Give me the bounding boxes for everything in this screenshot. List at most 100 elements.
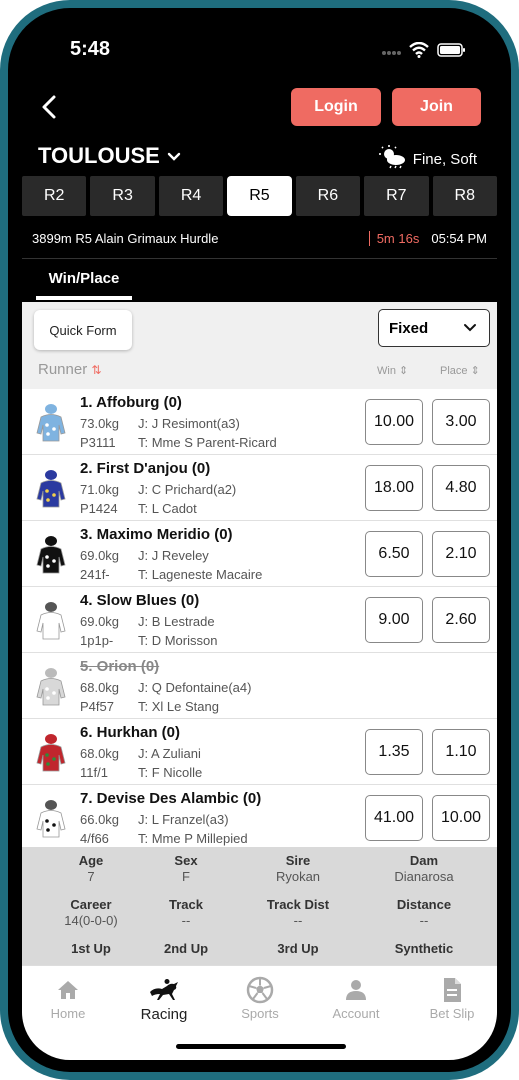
- race-info: 3899m R5 Alain Grimaux Hurdle 5m 16s 05:…: [32, 231, 487, 246]
- tab-race-r6[interactable]: R6: [295, 176, 361, 216]
- stat-value: --: [419, 913, 429, 928]
- jockey-silk-icon: [36, 535, 66, 575]
- table-row[interactable]: 2. First D'anjou (0) 71.0kg J: C Prichard(…: [22, 455, 497, 521]
- runner-weight: 66.0kg: [80, 812, 120, 827]
- runner-trainer: T: Mme S Parent-Ricard: [138, 435, 277, 450]
- stat-label: 1st Up: [71, 941, 111, 956]
- form-stats-panel: Age 7 Sex F Sire Ryokan Dam Dianarosa Ca…: [22, 847, 497, 965]
- tab-race-r7[interactable]: R7: [364, 176, 429, 216]
- stat-second-up: 2nd Up: [131, 941, 241, 956]
- nav-bet-slip[interactable]: Bet Slip: [412, 974, 492, 1021]
- stat-label: Age: [78, 853, 104, 868]
- weather-text: Fine, Soft: [412, 150, 477, 168]
- place-odds-button[interactable]: 4.80: [432, 465, 490, 511]
- runner-name: 4. Slow Blues (0): [80, 592, 200, 609]
- tab-race-r5[interactable]: R5: [227, 176, 292, 216]
- runner-weight: 68.0kg: [80, 680, 120, 695]
- runner-jockey: J: J Reveley: [138, 548, 209, 563]
- table-row[interactable]: 1. Affoburg (0) 73.0kg J: J Resimont(a3) P3…: [22, 389, 497, 455]
- runner-name: 3. Maximo Meridio (0): [80, 526, 233, 543]
- runner-form: P3111: [80, 435, 116, 450]
- runner-name: 6. Hurkhan (0): [80, 724, 181, 741]
- stat-sire: Sire Ryokan: [243, 853, 353, 884]
- win-odds-button[interactable]: 6.50: [365, 531, 423, 577]
- stat-label: Distance: [396, 897, 452, 912]
- nav-bet-slip-label: Bet Slip: [429, 1006, 475, 1021]
- place-odds-button[interactable]: 3.00: [432, 399, 490, 445]
- runner-sort-header[interactable]: Runner ⇅: [38, 361, 101, 378]
- win-odds-button[interactable]: 18.00: [365, 465, 423, 511]
- divider: [22, 258, 497, 259]
- sort-icon: ⇅: [91, 363, 102, 377]
- runner-form: 11f/1: [80, 765, 108, 780]
- nav-home[interactable]: Home: [28, 974, 108, 1021]
- tab-race-r8[interactable]: R8: [432, 176, 497, 216]
- runner-name: 7. Devise Des Alambic (0): [80, 790, 262, 807]
- runner-trainer: T: F Nicolle: [138, 765, 203, 780]
- runner-form: P1424: [80, 501, 118, 516]
- table-row[interactable]: 5. Orion (0) 68.0kg J: Q Defontaine(a4) P4f…: [22, 653, 497, 719]
- tab-race-r4[interactable]: R4: [158, 176, 224, 216]
- stat-label: 2nd Up: [163, 941, 209, 956]
- place-odds-button[interactable]: 2.10: [432, 531, 490, 577]
- stat-value: --: [181, 913, 191, 928]
- weather-info: Fine, Soft: [378, 145, 477, 173]
- chevron-down-icon: [463, 320, 477, 337]
- stat-distance: Distance --: [369, 897, 479, 928]
- sort-icon: ⇕: [470, 365, 480, 377]
- win-odds-button[interactable]: 1.35: [365, 729, 423, 775]
- table-row[interactable]: 7. Devise Des Alambic (0) 66.0kg J: L Fran…: [22, 785, 497, 851]
- runner-weight: 73.0kg: [80, 416, 120, 431]
- place-odds-button[interactable]: 1.10: [432, 729, 490, 775]
- home-icon: [28, 974, 108, 1006]
- stat-label: Career: [70, 897, 112, 912]
- stat-value: F: [182, 869, 190, 884]
- stat-dam: Dam Dianarosa: [369, 853, 479, 884]
- back-arrow-icon[interactable]: [36, 92, 66, 122]
- price-type-select[interactable]: Fixed: [378, 309, 490, 347]
- stat-label: Track: [169, 897, 203, 912]
- place-odds-button[interactable]: 10.00: [432, 795, 490, 841]
- nav-account[interactable]: Account: [316, 974, 396, 1021]
- runner-weight: 69.0kg: [80, 614, 120, 629]
- runner-trainer: T: L Cadot: [138, 501, 197, 516]
- table-row[interactable]: 4. Slow Blues (0) 69.0kg J: B Lestrade 1p1p…: [22, 587, 497, 653]
- soccer-ball-icon: [220, 974, 300, 1006]
- table-row[interactable]: 3. Maximo Meridio (0) 69.0kg J: J Reveley 2…: [22, 521, 497, 587]
- nav-sports[interactable]: Sports: [220, 974, 300, 1021]
- stat-label: Dam: [409, 853, 439, 868]
- jockey-silk-icon: [36, 601, 66, 641]
- runner-weight: 69.0kg: [80, 548, 120, 563]
- user-icon: [316, 974, 396, 1006]
- jockey-silk-icon: [36, 799, 66, 839]
- stat-label: 3rd Up: [277, 941, 319, 956]
- win-sort-header[interactable]: Win ⇕: [377, 364, 408, 377]
- runner-name: 2. First D'anjou (0): [80, 460, 211, 477]
- sort-icon: ⇕: [399, 365, 409, 377]
- place-odds-button[interactable]: 2.60: [432, 597, 490, 643]
- runner-jockey: J: Q Defontaine(a4): [138, 680, 252, 695]
- runner-trainer: T: D Morisson: [138, 633, 218, 648]
- win-odds-button[interactable]: 9.00: [365, 597, 423, 643]
- runner-trainer: T: Lageneste Macaire: [138, 567, 263, 582]
- win-column-label: Win: [377, 365, 396, 377]
- document-icon: [412, 974, 492, 1006]
- venue-selector[interactable]: TOULOUSE: [38, 143, 182, 169]
- join-button[interactable]: Join: [392, 88, 481, 126]
- login-button[interactable]: Login: [291, 88, 381, 126]
- place-sort-header[interactable]: Place ⇕: [440, 364, 480, 377]
- place-column-label: Place: [440, 365, 468, 377]
- runner-form: 4/f66: [80, 831, 109, 846]
- tab-race-r3[interactable]: R3: [90, 176, 155, 216]
- nav-racing[interactable]: Racing: [124, 974, 204, 1023]
- win-odds-button[interactable]: 10.00: [365, 399, 423, 445]
- signal-icon: [381, 43, 401, 62]
- quick-form-button[interactable]: Quick Form: [34, 310, 132, 350]
- win-odds-button[interactable]: 41.00: [365, 795, 423, 841]
- jockey-silk-icon: [36, 469, 66, 509]
- race-description: 3899m R5 Alain Grimaux Hurdle: [32, 231, 219, 246]
- tab-race-r2[interactable]: R2: [22, 176, 87, 216]
- table-row[interactable]: 6. Hurkhan (0) 68.0kg J: A Zuliani 11f/1 T: …: [22, 719, 497, 785]
- stat-value: 7: [87, 869, 95, 884]
- stat-sex: Sex F: [131, 853, 241, 884]
